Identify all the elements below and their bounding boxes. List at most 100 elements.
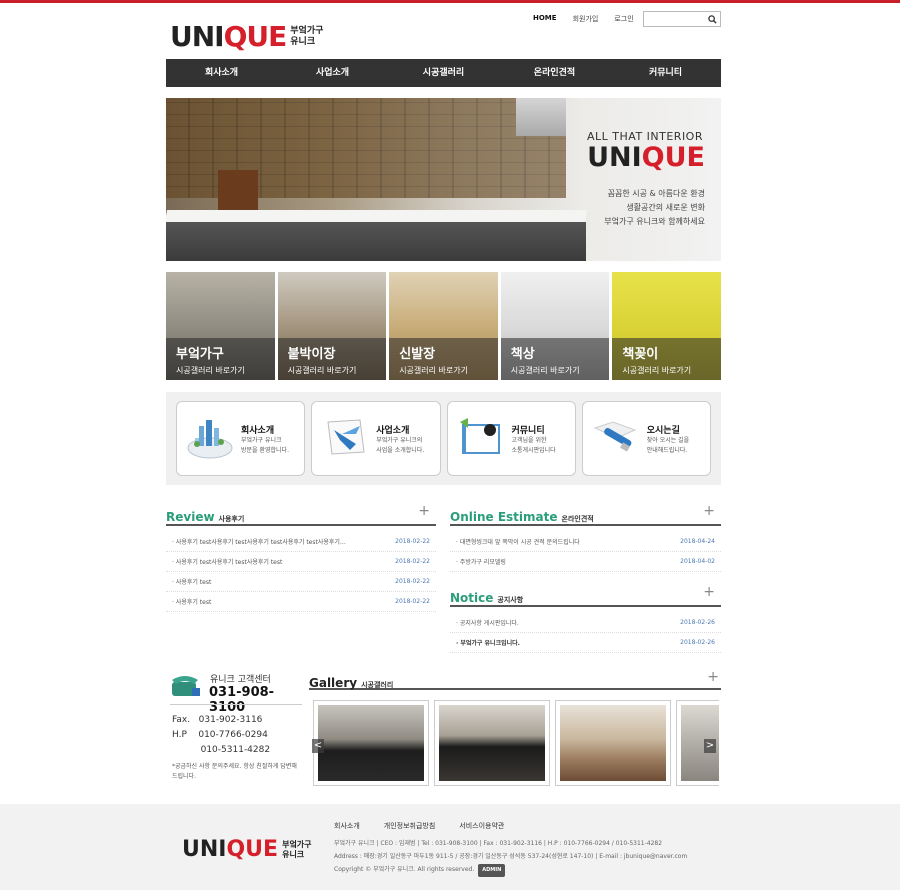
more-plus-icon[interactable]: + — [418, 503, 430, 519]
category-bookshelf[interactable]: 책꽂이시공갤러리 바로가기 — [612, 272, 721, 380]
category-link: 시공갤러리 바로가기 — [622, 366, 692, 375]
footer-company-line: 부엌가구 유니크 | CEO : 임재범 | Tel : 031-908-310… — [334, 840, 663, 847]
footer-link-company[interactable]: 회사소개 — [334, 821, 360, 831]
cs-title: 유니크 고객센터 — [210, 675, 271, 685]
gallery-prev-button[interactable]: < — [312, 739, 324, 753]
gallery-strip — [309, 700, 719, 788]
quick-desc: 부엌가구 유니크 방문을 환영합니다. — [241, 437, 289, 454]
knife-block — [218, 170, 258, 212]
cs-phone: 031-908-3100 — [209, 685, 275, 715]
top-accent-line — [0, 0, 900, 3]
search-icon[interactable] — [704, 12, 720, 26]
cs-numbers: Fax. 031-902-3116 H.P 010-7766-0294 010-… — [172, 715, 271, 755]
gallery-subtitle: 시공갤러리 — [361, 681, 394, 689]
more-plus-icon[interactable]: + — [703, 503, 715, 519]
list-item[interactable]: · 사용후기 test 2018-02-22 — [166, 592, 436, 612]
kitchen-cabinet — [166, 222, 586, 261]
category-shoe-cabinet[interactable]: 신발장 시공갤러리 바로가기 — [389, 272, 498, 380]
site-footer: UNI QUE 부엌가구 유니크 회사소개 개인정보취급방침 서비스이용약관 부엌가… — [0, 804, 900, 890]
logo-subtitle: 부엌가구 유니크 — [290, 25, 324, 47]
list-item[interactable]: · 사용후기 test 2018-02-22 — [166, 572, 436, 592]
list-item[interactable]: · 사용후기 test사용후기 test사용후기 test 2018-02-22 — [166, 552, 436, 572]
category-link: 시공갤러리 바로가기 — [510, 366, 580, 375]
map-telescope-icon — [593, 421, 637, 452]
category-kitchen[interactable]: 부엌가구 시공갤러리 바로가기 — [166, 272, 275, 380]
quick-title: 사업소개 — [376, 426, 410, 436]
quick-business[interactable]: 사업소개 부엌가구 유니크의 사업을 소개합니다. — [311, 401, 441, 476]
category-desk[interactable]: 책상시공갤러리 바로가기 — [500, 272, 610, 380]
board-header: Online Estimate 온라인견적 + — [450, 503, 721, 526]
login-link[interactable]: 로그인 — [614, 14, 633, 24]
divider — [170, 704, 302, 705]
nav-item-business[interactable]: 사업소개 — [277, 59, 388, 87]
notice-board: Notice 공지사항 + · 공지사항 게시판입니다. 2018-02-26 · … — [450, 584, 721, 653]
home-link[interactable]: HOME — [533, 14, 557, 24]
nav-item-company[interactable]: 회사소개 — [166, 59, 277, 87]
quick-links: 회사소개 부엌가구 유니크 방문을 환영합니다. 사업소개 부엌가구 유니크의 사업… — [166, 392, 721, 485]
search-input[interactable] — [643, 11, 721, 27]
gallery-header: Gallery 시공갤러리 + — [309, 669, 721, 690]
gallery-title: Gallery — [309, 676, 358, 690]
footer-address-line: Address : 매장:경기 일산동구 마두1동 911-5 / 공장:경기 … — [334, 853, 688, 860]
category-tiles: 부엌가구 시공갤러리 바로가기 붙박이장 시공갤러리 바로가기 신발장 시공갤러리 바… — [166, 272, 721, 380]
category-link: 시공갤러리 바로가기 — [287, 366, 357, 375]
gallery-next-button[interactable]: > — [704, 739, 716, 753]
admin-button[interactable]: ADMIN — [478, 864, 506, 877]
utility-nav: HOME 회원가입 로그인 — [533, 14, 634, 24]
hero-copy: 꼼꼼한 시공 & 아름다운 환경 생활공간의 새로운 변화 부엌가구 유니크와 … — [604, 189, 705, 226]
logo-text-accent: QUE — [223, 20, 288, 53]
list-item[interactable]: · 부엌가구 유니크입니다. 2018-02-26 — [450, 633, 721, 653]
gallery-photo[interactable] — [313, 700, 429, 786]
nav-item-gallery[interactable]: 시공갤러리 — [388, 59, 499, 87]
board-header: Notice 공지사항 + — [450, 584, 721, 607]
quick-company[interactable]: 회사소개 부엌가구 유니크 방문을 환영합니다. — [176, 401, 306, 476]
footer-info: 부엌가구 유니크 | CEO : 임재범 | Tel : 031-908-310… — [334, 837, 687, 877]
quick-desc: 찾아 오시는 길을 안내해드립니다. — [646, 437, 690, 454]
more-plus-icon[interactable]: + — [707, 669, 719, 685]
notebook-icon — [459, 418, 500, 454]
quick-community[interactable]: 커뮤니티 고객님을 위한 소통게시판입니다 — [446, 401, 576, 476]
nav-item-community[interactable]: 커뮤니티 — [610, 59, 721, 87]
more-plus-icon[interactable]: + — [703, 584, 715, 600]
board-header: Review 사용후기 + — [166, 503, 436, 526]
category-title: 책상 — [510, 347, 535, 362]
quick-title: 커뮤니티 — [511, 426, 545, 436]
footer-link-privacy[interactable]: 개인정보취급방침 — [384, 821, 436, 831]
category-wardrobe[interactable]: 붙박이장 시공갤러리 바로가기 — [277, 272, 387, 380]
range-hood — [516, 98, 566, 136]
quick-desc: 부엌가구 유니크의 사업을 소개합니다. — [376, 437, 425, 454]
board-title: Notice — [450, 591, 494, 605]
site-logo[interactable]: UNI QUE 부엌가구 유니크 — [170, 20, 323, 53]
gallery-section: Gallery 시공갤러리 + < > — [309, 669, 721, 786]
list-item[interactable]: · 주방가구 리모델링 2018-04-02 — [450, 552, 721, 572]
review-board: Review 사용후기 + · 사용후기 test사용후기 test사용후기 te… — [166, 503, 436, 612]
gallery-photo[interactable] — [434, 700, 550, 786]
quick-location[interactable]: 오시는길 찾아 오시는 길을 안내해드립니다. — [581, 401, 711, 476]
footer-nav: 회사소개 개인정보취급방침 서비스이용약관 — [334, 821, 504, 831]
board-title: Online Estimate — [450, 510, 558, 524]
gallery-photo[interactable] — [555, 700, 671, 786]
nav-item-estimate[interactable]: 온라인견적 — [499, 59, 610, 87]
city-globe-icon — [187, 420, 233, 459]
board-subtitle: 사용후기 — [218, 515, 245, 523]
signup-link[interactable]: 회원가입 — [573, 14, 599, 24]
list-item[interactable]: · 대면형씽크대 앞 쪽막이 시공 견적 문의드립니다 2018-04-24 — [450, 532, 721, 552]
board-subtitle: 공지사항 — [497, 596, 524, 604]
hero-banner: ALL THAT INTERIOR UNIQUE 꼼꼼한 시공 & 아름다운 환… — [166, 98, 721, 261]
footer-link-terms[interactable]: 서비스이용약관 — [459, 821, 504, 831]
category-title: 신발장 — [399, 347, 436, 362]
estimate-board: Online Estimate 온라인견적 + · 대면형씽크대 앞 쪽막이 시공… — [450, 503, 721, 572]
list-item[interactable]: · 공지사항 게시판입니다. 2018-02-26 — [450, 613, 721, 633]
logo-text-main: UNI — [170, 20, 225, 53]
footer-copyright: Copyright © 부엌가구 유니크. All rights reserve… — [334, 863, 687, 877]
countertop — [166, 210, 588, 222]
cs-note: *궁금하신 사항 문의주세요. 항상 친절하게 답변해드립니다. — [172, 763, 297, 780]
category-title: 부엌가구 — [176, 347, 224, 362]
list-item[interactable]: · 사용후기 test사용후기 test사용후기 test사용후기 test사용… — [166, 532, 436, 552]
quick-desc: 고객님을 위한 소통게시판입니다 — [511, 437, 556, 454]
footer-logo[interactable]: UNI QUE 부엌가구 유니크 — [182, 837, 312, 862]
quick-title: 오시는길 — [646, 426, 680, 436]
category-title: 책꽂이 — [622, 347, 659, 362]
telephone-icon — [172, 676, 200, 696]
hero-brand: UNIQUE — [587, 142, 705, 173]
